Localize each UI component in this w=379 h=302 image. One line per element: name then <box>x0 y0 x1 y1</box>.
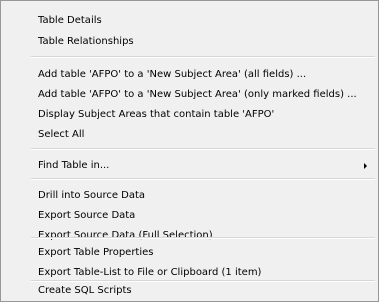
menu-item-label: Add table 'AFPO' to a 'New Subject Area'… <box>38 89 357 100</box>
menu-item-table-details[interactable]: Table Details <box>3 11 376 31</box>
menu-item-label: Drill into Source Data <box>38 190 146 201</box>
menu-item-label: Export Source Data <box>38 210 136 221</box>
chevron-right-icon <box>364 163 367 169</box>
menu-item-label: Table Details <box>38 15 102 26</box>
menu-separator <box>31 178 375 180</box>
menu-item-display-subject-areas[interactable]: Display Subject Areas that contain table… <box>3 105 376 125</box>
menu-item-create-sql-scripts[interactable]: Create SQL Scripts <box>3 281 376 301</box>
menu-item-label: Display Subject Areas that contain table… <box>38 109 275 120</box>
menu-item-find-table-in[interactable]: Find Table in... <box>3 156 376 176</box>
menu-item-drill-into-source-data[interactable]: Drill into Source Data <box>3 186 376 206</box>
menu-separator <box>31 148 375 150</box>
menu-item-table-relationships[interactable]: Table Relationships <box>3 32 376 52</box>
menu-item-label: Select All <box>38 129 85 140</box>
menu-item-export-source-data[interactable]: Export Source Data <box>3 206 376 226</box>
menu-item-label: Create SQL Scripts <box>38 285 132 296</box>
menu-item-label: Add table 'AFPO' to a 'New Subject Area'… <box>38 69 307 80</box>
menu-item-label: Find Table in... <box>38 160 110 171</box>
menu-item-add-to-subject-area-marked-fields[interactable]: Add table 'AFPO' to a 'New Subject Area'… <box>3 85 376 105</box>
menu-item-label: Table Relationships <box>38 36 134 47</box>
menu-item-add-to-subject-area-all-fields[interactable]: Add table 'AFPO' to a 'New Subject Area'… <box>3 65 376 85</box>
menu-separator <box>31 237 375 239</box>
menu-item-select-all[interactable]: Select All <box>3 125 376 145</box>
menu-item-export-table-properties[interactable]: Export Table Properties <box>3 243 376 263</box>
menu-item-label: Export Table Properties <box>38 247 154 258</box>
menu-separator <box>31 56 375 58</box>
context-menu: Table Details Table Relationships Add ta… <box>0 0 379 302</box>
